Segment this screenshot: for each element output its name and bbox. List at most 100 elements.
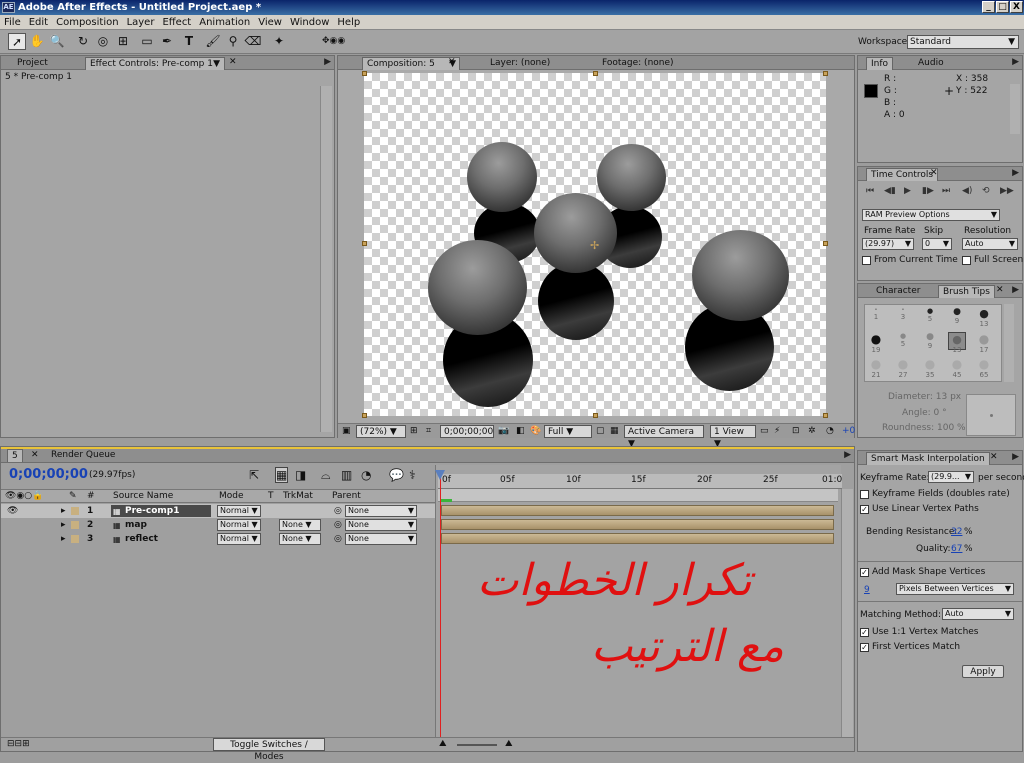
loop-icon[interactable]: ⟲ — [982, 186, 990, 196]
eye-icon[interactable]: 👁 — [7, 505, 18, 518]
menu-edit[interactable]: Edit — [25, 15, 52, 30]
skip-select[interactable]: 0 ▼ — [922, 238, 952, 250]
expand-pane-icon[interactable]: ⊟⊟⊞ — [7, 739, 30, 749]
panel-menu-icon[interactable]: ▶ — [844, 450, 851, 460]
menu-effect[interactable]: Effect — [158, 15, 195, 30]
vertical-scrollbar[interactable] — [1004, 304, 1014, 382]
current-time-display[interactable]: 0;00;00;00 — [440, 425, 494, 438]
layer-handle[interactable] — [823, 241, 828, 246]
panel-menu-icon[interactable]: ▶ — [324, 57, 331, 67]
layer-duration-bar[interactable] — [441, 533, 834, 544]
camera-select[interactable]: Active Camera ▼ — [624, 425, 704, 449]
play-icon[interactable]: ▶ — [904, 186, 911, 196]
pick-whip-icon[interactable]: ◎ — [334, 533, 342, 546]
ram-preview-select[interactable]: RAM Preview Options ▼ — [862, 209, 1000, 221]
brush-tip[interactable]: ● 9 — [921, 332, 939, 350]
brush-tool-icon[interactable]: 🖌 — [204, 33, 222, 50]
tab-footage[interactable]: Footage: (none) — [598, 57, 678, 70]
toggle-switches-modes-button[interactable]: Toggle Switches / Modes — [213, 738, 325, 762]
resolution-select[interactable]: Auto ▼ — [962, 238, 1018, 250]
brush-tip[interactable]: ● 19 — [867, 332, 885, 354]
panel-menu-icon[interactable]: ▶ — [1012, 57, 1019, 67]
tab-render-queue[interactable]: Render Queue — [47, 449, 119, 462]
brush-tip[interactable]: ● 17 — [975, 332, 993, 354]
mode-select[interactable]: Normal ▼ — [217, 533, 261, 545]
work-area-bar[interactable] — [438, 489, 838, 502]
tab-close-icon[interactable]: ✕ — [229, 57, 237, 67]
flowchart-icon[interactable]: ✲ — [808, 426, 816, 436]
expand-icon[interactable]: ▸ — [61, 533, 66, 546]
transparency-grid-icon[interactable]: ▦ — [610, 426, 619, 436]
parent-select[interactable]: None ▼ — [345, 519, 417, 531]
frame-blending-icon[interactable]: ▥ — [341, 468, 352, 482]
zoom-in-icon[interactable]: ⛰ — [505, 739, 513, 749]
live-update-icon[interactable]: ▦ — [275, 467, 289, 483]
type-tool-icon[interactable]: T — [180, 33, 198, 50]
tab-timeline[interactable]: 5 — [7, 449, 23, 462]
from-current-time-checkbox[interactable] — [862, 256, 871, 265]
layer-handle[interactable] — [823, 413, 828, 418]
label-color[interactable] — [71, 507, 79, 515]
layer-row[interactable]: ▸ 2 ▦ map Normal ▼ None ▼ ◎ None ▼ — [1, 518, 435, 532]
first-vertices-checkbox[interactable]: ✓ — [860, 643, 869, 652]
vertices-mode-select[interactable]: Pixels Between Vertices ▼ — [896, 583, 1014, 595]
layer-duration-bar[interactable] — [441, 519, 834, 530]
tab-close-icon[interactable]: ✕ — [31, 450, 39, 460]
bending-resistance-value[interactable]: 32 — [951, 527, 962, 537]
pan-behind-tool-icon[interactable]: ⊞ — [114, 33, 132, 50]
tab-close-icon[interactable]: ✕ — [990, 452, 998, 462]
keyframe-fields-checkbox[interactable] — [860, 490, 869, 499]
matching-method-select[interactable]: Auto ▼ — [942, 608, 1014, 620]
zoom-out-icon[interactable]: ⛰ — [439, 739, 447, 749]
tab-audio[interactable]: Audio — [914, 57, 948, 70]
menu-file[interactable]: File — [0, 15, 25, 30]
vertical-scrollbar[interactable] — [320, 86, 332, 432]
trkmat-select[interactable]: None ▼ — [279, 533, 321, 545]
layer-name[interactable]: Pre-comp1 — [125, 505, 179, 518]
axis-mode-icon[interactable]: ✥◉◉ — [322, 33, 345, 50]
panel-menu-icon[interactable]: ▶ — [1012, 452, 1019, 462]
brush-tip[interactable]: ● 45 — [948, 357, 966, 379]
brush-tip[interactable]: ● 9 — [948, 307, 966, 325]
brush-tip[interactable]: ● 35 — [921, 357, 939, 379]
first-frame-icon[interactable]: ⏮ — [866, 186, 874, 196]
mode-select[interactable]: Normal ▼ — [217, 505, 261, 517]
layer-handle[interactable] — [593, 413, 598, 418]
orbit-camera-tool-icon[interactable]: ◎ — [94, 33, 112, 50]
full-screen-checkbox[interactable] — [962, 256, 971, 265]
tab-effect-controls[interactable]: Effect Controls: Pre-comp 1 ▼ — [85, 57, 225, 70]
layer-row[interactable]: 👁 ▸ 1 ▦ Pre-comp1 Normal ▼ ◎ None ▼ — [1, 504, 435, 518]
layer-handle[interactable] — [362, 71, 367, 76]
zoom-slider[interactable] — [457, 744, 497, 746]
menu-layer[interactable]: Layer — [123, 15, 159, 30]
tab-layer[interactable]: Layer: (none) — [486, 57, 554, 70]
brush-tip[interactable]: • 1 — [867, 307, 885, 325]
magnification-select[interactable]: (72%) ▼ — [356, 425, 406, 438]
vertices-value[interactable]: 9 — [864, 585, 870, 595]
menu-composition[interactable]: Composition — [52, 15, 122, 30]
tab-time-controls[interactable]: Time Controls — [866, 168, 939, 181]
pick-whip-icon[interactable]: ◎ — [334, 519, 342, 532]
brush-tip[interactable]: ● 5 — [894, 332, 912, 350]
clone-stamp-tool-icon[interactable]: ⚲ — [224, 33, 242, 50]
brush-tip[interactable]: ● 13 — [975, 307, 993, 328]
always-preview-icon[interactable]: ▣ — [342, 426, 351, 436]
pen-tool-icon[interactable]: ✒ — [158, 33, 176, 50]
layer-handle[interactable] — [593, 71, 598, 76]
menu-view[interactable]: View — [254, 15, 286, 30]
anchor-point-icon[interactable]: ✢ — [590, 239, 599, 252]
workspace-select[interactable]: Standard ▼ — [907, 35, 1019, 49]
tab-close-icon[interactable]: ✕ — [448, 57, 456, 67]
vertical-scrollbar[interactable] — [1010, 84, 1020, 134]
label-color[interactable] — [71, 535, 79, 543]
brush-tip[interactable]: ● 65 — [975, 357, 993, 379]
view-layout-select[interactable]: 1 View ▼ — [710, 425, 756, 449]
layer-duration-bar[interactable] — [441, 505, 834, 516]
tab-composition[interactable]: Composition: 5 ▼ — [362, 57, 460, 70]
close-button[interactable]: X — [1010, 1, 1023, 13]
one-to-one-checkbox[interactable]: ✓ — [860, 628, 869, 637]
tab-info[interactable]: Info — [866, 57, 894, 70]
time-ruler[interactable]: 0f 05f 10f 15f 20f 25f 01:0 — [438, 474, 842, 489]
add-mask-vertices-checkbox[interactable]: ✓ — [860, 568, 869, 577]
region-of-interest-icon[interactable]: ▢ — [596, 426, 605, 436]
